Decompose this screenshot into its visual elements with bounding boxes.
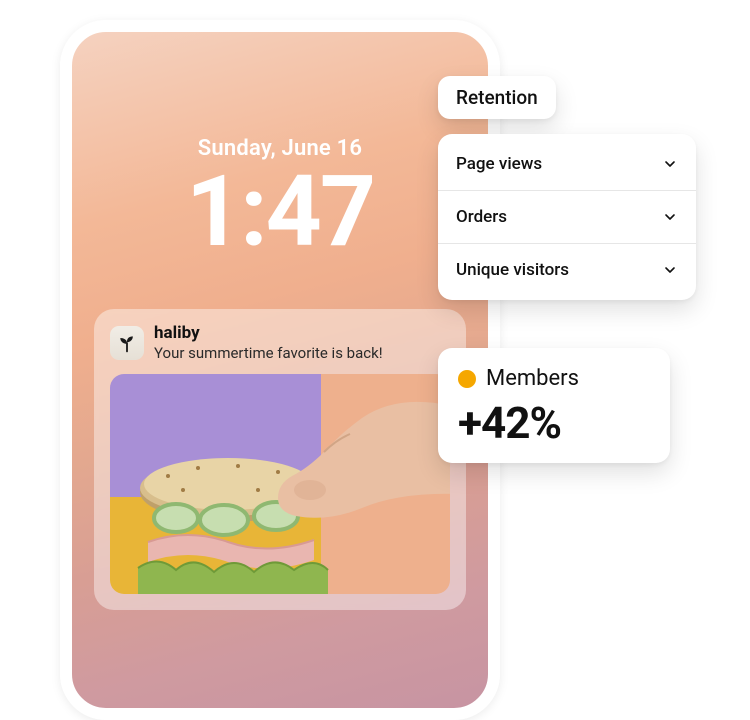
metrics-card: Page views Orders Unique visitors: [438, 134, 696, 300]
notification-image: [110, 374, 450, 594]
metric-label: Orders: [456, 207, 507, 227]
notification-text: haliby Your summertime favorite is back!: [154, 323, 383, 362]
retention-pill[interactable]: Retention: [438, 76, 556, 119]
notification-card[interactable]: haliby Your summertime favorite is back!: [94, 309, 466, 610]
chevron-down-icon: [662, 209, 678, 225]
phone-lockscreen: Sunday, June 16 1:47 haliby Your summert…: [72, 32, 488, 708]
metric-row-orders[interactable]: Orders: [438, 191, 696, 244]
metric-label: Page views: [456, 154, 542, 174]
sprout-icon: [110, 326, 144, 360]
notification-header: haliby Your summertime favorite is back!: [110, 323, 450, 362]
chevron-down-icon: [662, 262, 678, 278]
metric-row-unique-visitors[interactable]: Unique visitors: [438, 244, 696, 296]
metric-row-page-views[interactable]: Page views: [438, 138, 696, 191]
hand-illustration: [250, 398, 450, 538]
phone-frame: Sunday, June 16 1:47 haliby Your summert…: [60, 20, 500, 720]
lockscreen-time: 1:47: [94, 163, 466, 261]
members-delta: +42%: [458, 397, 650, 449]
notification-app-name: haliby: [154, 323, 383, 343]
metric-label: Unique visitors: [456, 260, 569, 280]
status-dot-icon: [458, 370, 476, 388]
retention-label: Retention: [456, 86, 538, 109]
members-label: Members: [486, 366, 579, 391]
members-header: Members: [458, 366, 650, 391]
notification-body: Your summertime favorite is back!: [154, 344, 383, 362]
members-card[interactable]: Members +42%: [438, 348, 670, 463]
chevron-down-icon: [662, 156, 678, 172]
